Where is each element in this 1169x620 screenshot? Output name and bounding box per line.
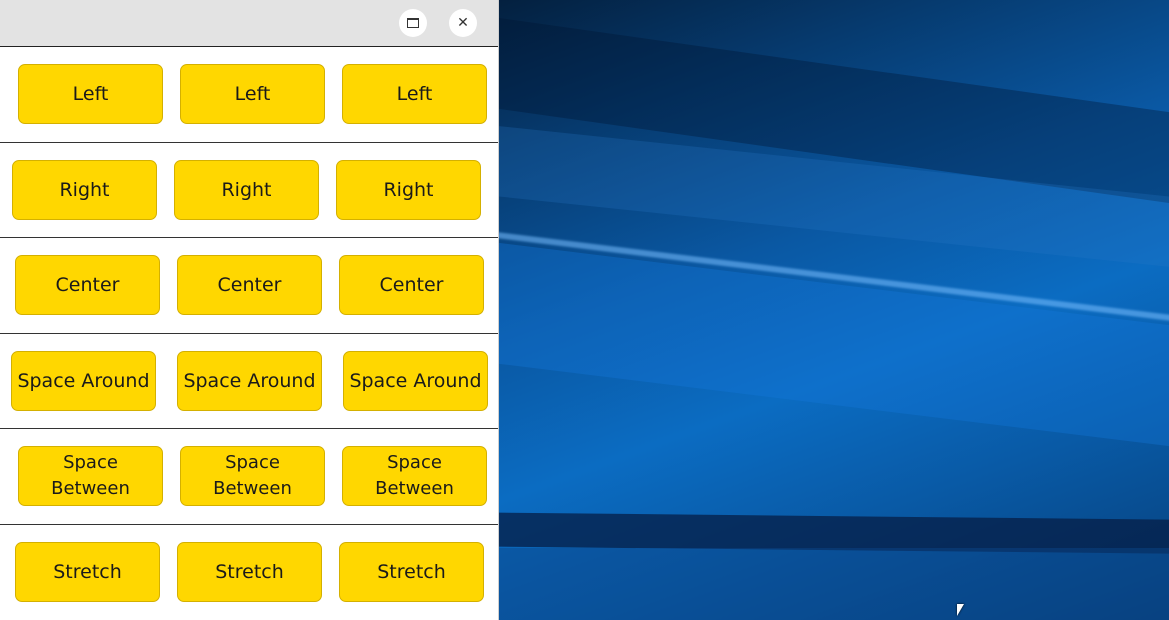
close-icon: ✕ [457,15,469,31]
center-button[interactable]: Center [339,255,484,315]
row-center: Center Center Center [0,238,498,334]
stretch-button[interactable]: Stretch [177,541,322,602]
space-between-button[interactable]: Space Between [18,446,163,506]
app-window: ✕ Left Left Left Right Right Right Cente… [0,0,499,620]
stretch-button[interactable]: Stretch [15,541,160,602]
center-button[interactable]: Center [15,255,160,315]
row-space-between: Space Between Space Between Space Betwee… [0,429,498,525]
left-button[interactable]: Left [180,64,325,124]
maximize-button[interactable] [399,9,427,37]
close-button[interactable]: ✕ [449,9,477,37]
title-bar[interactable]: ✕ [0,0,498,47]
right-button[interactable]: Right [12,159,157,220]
maximize-icon [407,18,419,28]
stretch-button[interactable]: Stretch [339,541,484,602]
desktop-wallpaper [499,0,1169,620]
right-button[interactable]: Right [174,159,319,220]
left-button[interactable]: Left [18,64,163,124]
row-right: Right Right Right [0,143,498,238]
wallpaper-light-band [499,236,1169,456]
row-left: Left Left Left [0,47,498,143]
mouse-cursor-icon [957,604,964,616]
wallpaper-light-band [499,548,1169,620]
space-around-button[interactable]: Space Around [343,350,488,411]
right-button[interactable]: Right [336,159,481,220]
space-around-button[interactable]: Space Around [11,350,156,411]
space-between-button[interactable]: Space Between [342,446,487,506]
center-button[interactable]: Center [177,255,322,315]
row-space-around: Space Around Space Around Space Around [0,334,498,429]
row-stretch: Stretch Stretch Stretch [0,525,498,620]
space-between-button[interactable]: Space Between [180,446,325,506]
space-around-button[interactable]: Space Around [177,350,322,411]
left-button[interactable]: Left [342,64,487,124]
